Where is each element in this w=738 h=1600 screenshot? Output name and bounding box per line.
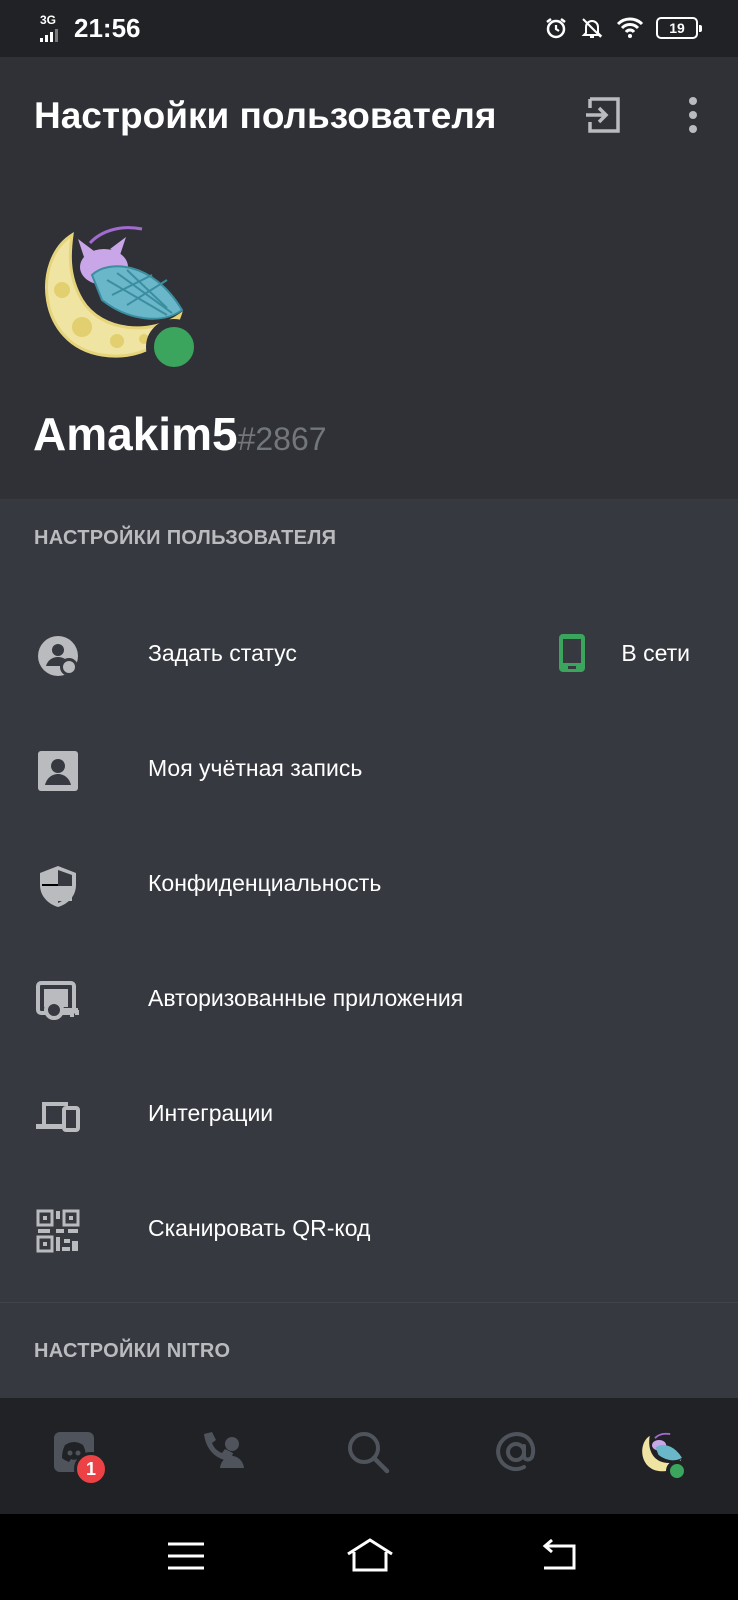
settings-list: Задать статус В сети Моя учётная запись … [0, 598, 738, 1288]
notification-badge: 1 [74, 1452, 108, 1486]
account-icon [38, 751, 78, 791]
wifi-icon [616, 17, 644, 38]
logout-icon [586, 97, 620, 133]
status-icons: 19 [544, 16, 702, 40]
list-item-privacy[interactable]: Конфиденциальность [0, 828, 738, 943]
more-vertical-icon [689, 97, 697, 133]
presence-online-indicator [146, 319, 202, 375]
status-bar: 3G 21:56 19 [0, 0, 738, 57]
home-outline-icon [347, 1538, 393, 1572]
signal-icon [40, 29, 58, 42]
qr-code-icon [36, 1209, 80, 1253]
current-status: В сети [559, 634, 690, 672]
network-type: 3G [40, 13, 57, 27]
battery-level: 19 [669, 20, 685, 36]
section-header-nitro-settings: НАСТРОЙКИ NITRO [34, 1340, 231, 1362]
username: Amakim5 [33, 408, 238, 460]
profile-header: Настройки пользователя Amakim5 #2867 [0, 57, 738, 499]
battery-icon: 19 [656, 17, 702, 39]
list-item-authorized-apps[interactable]: Авторизованные приложения [0, 943, 738, 1058]
bottom-navigation: 1 [0, 1398, 738, 1514]
shield-icon [40, 866, 76, 907]
more-options-button[interactable] [676, 95, 710, 135]
integrations-icon [36, 1102, 80, 1132]
section-header-user-settings: НАСТРОЙКИ ПОЛЬЗОВАТЕЛЯ [34, 527, 337, 549]
recent-apps-button[interactable] [162, 1536, 210, 1576]
notifications-off-icon [581, 18, 603, 38]
alarm-icon [546, 18, 566, 39]
nav-search[interactable] [346, 1430, 398, 1482]
presence-online-indicator [666, 1460, 688, 1482]
list-item-label: Сканировать QR-код [148, 1215, 371, 1241]
list-item-my-account[interactable]: Моя учётная запись [0, 713, 738, 828]
nav-friends[interactable] [200, 1430, 252, 1482]
friends-icon [204, 1432, 244, 1468]
network-indicator: 3G [40, 14, 66, 42]
mentions-icon [496, 1432, 536, 1472]
list-item-label: Авторизованные приложения [148, 985, 464, 1011]
list-item-scan-qr[interactable]: Сканировать QR-код [0, 1173, 738, 1288]
section-divider [0, 1302, 738, 1303]
menu-icon [168, 1542, 204, 1570]
authorized-apps-icon [36, 981, 79, 1020]
user-identity: Amakim5 #2867 [33, 407, 327, 461]
search-icon [348, 1432, 390, 1474]
home-button[interactable] [344, 1536, 393, 1576]
logout-button[interactable] [584, 95, 624, 135]
mobile-online-icon [559, 634, 586, 672]
back-icon [542, 1538, 576, 1570]
nav-profile[interactable] [638, 1430, 690, 1482]
nav-mentions[interactable] [494, 1430, 546, 1482]
status-text: В сети [621, 639, 690, 666]
system-navigation-bar [0, 1514, 738, 1600]
list-item-label: Конфиденциальность [148, 870, 382, 896]
discriminator: #2867 [237, 421, 327, 457]
list-item-label: Интеграции [148, 1100, 274, 1126]
list-item-set-status[interactable]: Задать статус В сети [0, 598, 738, 713]
list-item-label: Задать статус [148, 640, 297, 666]
back-button[interactable] [536, 1536, 584, 1576]
nav-home[interactable]: 1 [52, 1430, 108, 1486]
set-status-icon [38, 636, 78, 676]
list-item-integrations[interactable]: Интеграции [0, 1058, 738, 1173]
list-item-label: Моя учётная запись [148, 755, 363, 781]
page-title: Настройки пользователя [34, 95, 497, 136]
clock: 21:56 [74, 13, 141, 43]
